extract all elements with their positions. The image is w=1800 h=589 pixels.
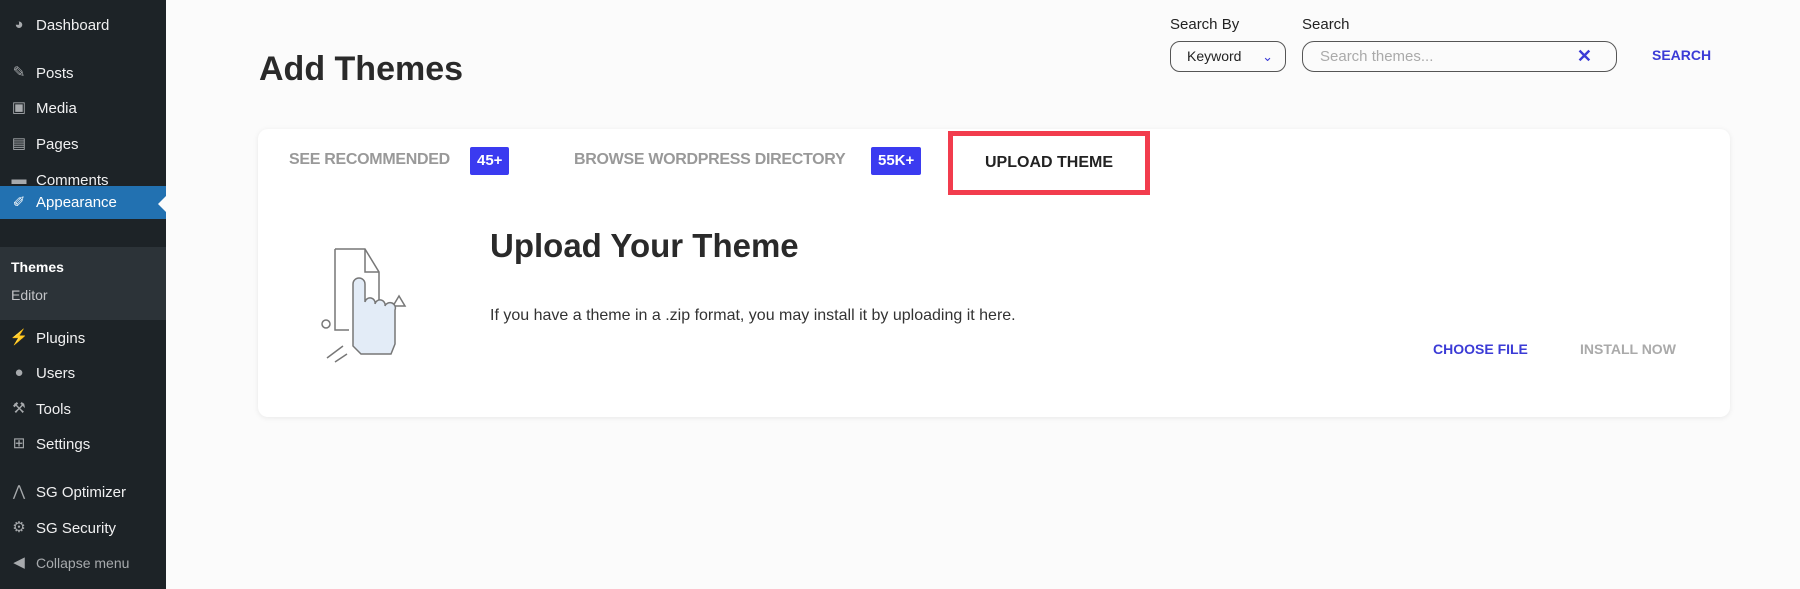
sidebar-item-posts[interactable]: ✎ Posts xyxy=(0,55,166,91)
submenu-editor[interactable]: Editor xyxy=(11,287,48,303)
sidebar-item-tools[interactable]: ⚒ Tools xyxy=(0,391,166,427)
submenu-themes[interactable]: Themes xyxy=(11,259,64,275)
label: Users xyxy=(36,364,76,382)
pin-icon: ✎ xyxy=(12,64,26,81)
clear-icon[interactable]: ✕ xyxy=(1577,42,1592,71)
label: SG Security xyxy=(36,519,117,537)
user-icon: ● xyxy=(14,364,24,381)
sg-optimizer-icon: ⋀ xyxy=(12,483,26,500)
sidebar-item-media[interactable]: ▣ Media xyxy=(0,90,166,126)
install-now-button[interactable]: INSTALL NOW xyxy=(1580,341,1676,357)
collapse-icon: ◀ xyxy=(13,554,25,571)
page-title: Add Themes xyxy=(259,50,464,88)
search-label: Search xyxy=(1302,16,1350,33)
sidebar-item-sg-security[interactable]: ⚙ SG Security xyxy=(0,510,166,546)
admin-sidebar: ◕ Dashboard ✎ Posts ▣ Media ▤ Pages ▬ Comment… xyxy=(0,0,166,589)
tab-recommended[interactable]: SEE RECOMMENDED xyxy=(289,151,450,169)
label: Dashboard xyxy=(36,16,110,34)
tab-browse-directory[interactable]: BROWSE WORDPRESS DIRECTORY xyxy=(574,151,846,169)
label: Appearance xyxy=(36,194,117,211)
sidebar-item-plugins[interactable]: ⚡ Plugins xyxy=(0,320,166,356)
sg-security-icon: ⚙ xyxy=(12,519,26,536)
label: Collapse menu xyxy=(36,555,130,571)
search-placeholder: Search themes... xyxy=(1320,48,1434,65)
settings-icon: ⊞ xyxy=(12,435,26,452)
brush-icon: ✐ xyxy=(12,193,26,211)
recommended-count-badge: 45+ xyxy=(470,147,510,175)
search-by-select[interactable]: Keyword ⌄ xyxy=(1170,41,1286,72)
label: Posts xyxy=(36,64,74,82)
plug-icon: ⚡ xyxy=(9,329,29,346)
sidebar-item-sg-optimizer[interactable]: ⋀ SG Optimizer xyxy=(0,474,166,510)
choose-file-button[interactable]: CHOOSE FILE xyxy=(1433,341,1528,357)
label: SG Optimizer xyxy=(36,483,127,501)
media-icon: ▣ xyxy=(11,99,27,116)
sidebar-item-settings[interactable]: ⊞ Settings xyxy=(0,426,166,462)
sidebar-item-dashboard[interactable]: ◕ Dashboard xyxy=(0,7,166,43)
chevron-down-icon: ⌄ xyxy=(1262,49,1273,64)
label: Settings xyxy=(36,435,91,453)
search-button[interactable]: SEARCH xyxy=(1652,47,1711,63)
upload-hand-illustration xyxy=(321,248,407,363)
sidebar-item-users[interactable]: ● Users xyxy=(0,355,166,391)
label: Tools xyxy=(36,400,72,418)
tab-upload-theme[interactable]: UPLOAD THEME xyxy=(948,131,1150,195)
dashboard-icon: ◕ xyxy=(14,16,24,33)
sidebar-item-appearance[interactable]: ✐ Appearance xyxy=(0,186,166,219)
collapse-menu-button[interactable]: ◀ Collapse menu xyxy=(0,545,166,581)
upload-description: If you have a theme in a .zip format, yo… xyxy=(490,307,1016,324)
directory-count-badge: 55K+ xyxy=(871,147,922,175)
upload-title: Upload Your Theme xyxy=(490,227,799,264)
themes-card: SEE RECOMMENDED 45+ BROWSE WORDPRESS DIR… xyxy=(258,129,1730,417)
appearance-submenu: Themes Editor xyxy=(0,247,166,320)
search-by-label: Search By xyxy=(1170,16,1240,33)
label: Pages xyxy=(36,135,79,153)
label: Media xyxy=(36,99,77,117)
pages-icon: ▤ xyxy=(11,135,27,152)
search-input[interactable]: Search themes... ✕ xyxy=(1302,41,1617,72)
wrench-icon: ⚒ xyxy=(12,400,26,417)
sidebar-item-pages[interactable]: ▤ Pages xyxy=(0,126,166,162)
select-value: Keyword xyxy=(1187,48,1242,64)
label: Plugins xyxy=(36,329,86,347)
